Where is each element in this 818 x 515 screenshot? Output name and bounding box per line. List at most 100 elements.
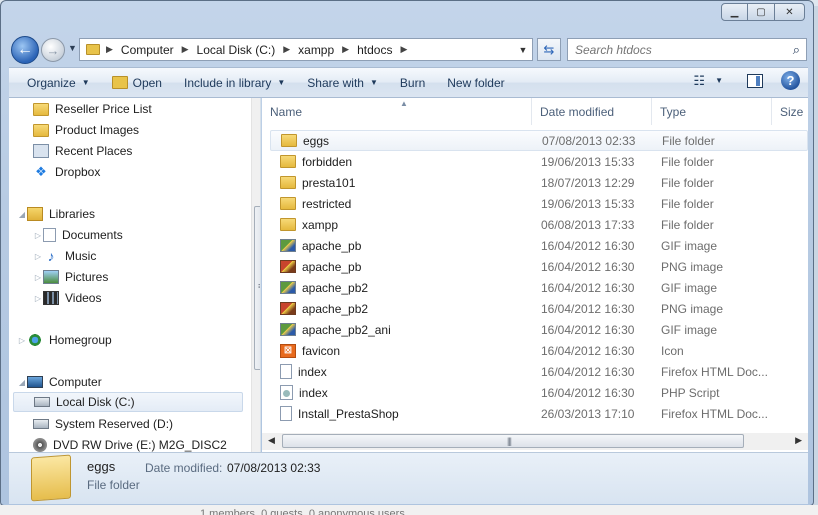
file-row[interactable]: ⊠ favicon 16/04/2012 16:30 Icon <box>270 340 808 361</box>
file-row[interactable]: forbidden 19/06/2013 15:33 File folder <box>270 151 808 172</box>
folder-icon <box>280 176 296 189</box>
dropbox-icon: ❖ <box>35 164 47 179</box>
sidebar-item-label: Documents <box>62 228 123 242</box>
sidebar-item-computer[interactable]: ◢ Computer <box>17 372 249 392</box>
dvd-drive-icon <box>33 438 47 452</box>
drive-icon <box>33 419 49 429</box>
forward-button[interactable]: → <box>41 38 65 62</box>
expand-arrow-icon[interactable]: ▷ <box>33 273 43 282</box>
close-button[interactable]: ✕ <box>775 3 805 21</box>
sidebar-item-product-images[interactable]: Product Images <box>33 120 260 140</box>
sidebar-item-label: Local Disk (C:) <box>56 395 135 409</box>
preview-pane-icon[interactable] <box>747 73 763 88</box>
background-window-text: 1 members, 0 guests, 0 anonymous users <box>0 505 818 515</box>
scroll-left-icon[interactable]: ◀ <box>268 435 275 446</box>
breadcrumb-xampp[interactable]: xampp <box>298 43 334 57</box>
file-row[interactable]: apache_pb2 16/04/2012 16:30 PNG image <box>270 298 808 319</box>
navigation-pane-scrollbar[interactable]: ≡ <box>251 98 260 452</box>
chevron-right-icon[interactable]: ▶ <box>400 44 407 55</box>
help-icon[interactable]: ? <box>781 71 800 90</box>
sidebar-item-dropbox[interactable]: ❖ Dropbox <box>33 162 260 182</box>
chevron-right-icon[interactable]: ▶ <box>106 44 113 55</box>
sidebar-item-system-reserved-d[interactable]: System Reserved (D:) <box>33 414 260 434</box>
chevron-right-icon[interactable]: ▶ <box>342 44 349 55</box>
refresh-button[interactable]: ⇆ <box>537 38 561 61</box>
column-header-type[interactable]: Type <box>652 98 772 125</box>
column-header-date-modified[interactable]: Date modified <box>532 98 652 125</box>
sidebar-item-label: Videos <box>65 291 102 305</box>
folder-icon <box>280 155 296 168</box>
file-row[interactable]: Install_PrestaShop 26/03/2013 17:10 Fire… <box>270 403 808 424</box>
sidebar-item-label: Product Images <box>55 123 140 137</box>
file-row[interactable]: eggs 07/08/2013 02:33 File folder <box>270 130 808 151</box>
sidebar-item-music[interactable]: ▷ ♪ Music <box>33 246 260 266</box>
chevron-right-icon[interactable]: ▶ <box>182 44 189 55</box>
sidebar-item-reseller-price-list[interactable]: Reseller Price List <box>33 99 260 119</box>
sidebar-item-homegroup[interactable]: ▷ Homegroup <box>17 330 249 350</box>
file-date: 19/06/2013 15:33 <box>541 154 635 169</box>
burn-button[interactable]: Burn <box>392 71 433 95</box>
change-view-icon[interactable]: ☷ <box>693 73 705 89</box>
file-name: favicon <box>302 343 341 358</box>
folder-icon <box>31 454 71 502</box>
chevron-down-icon[interactable]: ▼ <box>715 76 723 85</box>
expand-arrow-icon[interactable]: ▷ <box>17 336 27 345</box>
search-box[interactable]: ⌕ <box>567 38 807 61</box>
sidebar-item-videos[interactable]: ▷ Videos <box>33 288 260 308</box>
address-bar[interactable]: ▶ Computer ▶ Local Disk (C:) ▶ xampp ▶ h… <box>79 38 533 61</box>
sidebar-item-label: Libraries <box>49 207 96 221</box>
breadcrumb-computer[interactable]: Computer <box>121 43 174 57</box>
chevron-right-icon[interactable]: ▶ <box>283 44 290 55</box>
sidebar-item-dvd-rw-drive-e[interactable]: DVD RW Drive (E:) M2G_DISC2 <box>33 435 260 452</box>
recent-pages-dropdown[interactable]: ▼ <box>68 43 77 53</box>
back-button[interactable]: ← <box>11 36 39 64</box>
file-row[interactable]: index 16/04/2012 16:30 Firefox HTML Doc.… <box>270 361 808 382</box>
sidebar-item-documents[interactable]: ▷ Documents <box>33 225 260 245</box>
file-row[interactable]: index 16/04/2012 16:30 PHP Script <box>270 382 808 403</box>
forward-arrow-icon: → <box>46 42 60 58</box>
expand-arrow-icon[interactable]: ▷ <box>33 252 43 261</box>
scroll-right-icon[interactable]: ▶ <box>795 435 802 446</box>
expand-arrow-icon[interactable]: ▷ <box>33 294 43 303</box>
file-row[interactable]: restricted 19/06/2013 15:33 File folder <box>270 193 808 214</box>
include-in-library-button[interactable]: Include in library ▼ <box>176 71 293 95</box>
file-row[interactable]: apache_pb 16/04/2012 16:30 PNG image <box>270 256 808 277</box>
sidebar-item-pictures[interactable]: ▷ Pictures <box>33 267 260 287</box>
maximize-button[interactable]: ▢ <box>748 3 775 21</box>
sidebar-item-recent-places[interactable]: Recent Places <box>33 141 260 161</box>
address-dropdown-button[interactable]: ▼ <box>514 39 532 60</box>
open-button[interactable]: Open <box>104 71 170 95</box>
file-row[interactable]: presta101 18/07/2013 12:29 File folder <box>270 172 808 193</box>
column-header-size[interactable]: Size <box>772 98 808 125</box>
scrollbar-thumb[interactable]: ≡ <box>254 206 260 370</box>
new-folder-button[interactable]: New folder <box>439 71 512 95</box>
minimize-button[interactable]: ▁ <box>721 3 748 21</box>
breadcrumb-htdocs[interactable]: htdocs <box>357 43 392 57</box>
file-date: 16/04/2012 16:30 <box>541 238 635 253</box>
search-icon[interactable]: ⌕ <box>793 42 800 58</box>
caption-buttons: ▁ ▢ ✕ <box>721 3 805 21</box>
sidebar-item-local-disk-c[interactable]: Local Disk (C:) <box>13 392 243 412</box>
gif-image-icon <box>280 239 296 252</box>
search-input[interactable] <box>575 42 775 57</box>
sidebar-item-libraries[interactable]: ◢ Libraries <box>17 204 249 224</box>
scrollbar-thumb[interactable]: ||| <box>282 434 744 448</box>
organize-button[interactable]: Organize ▼ <box>19 71 98 95</box>
file-row[interactable]: xampp 06/08/2013 17:33 File folder <box>270 214 808 235</box>
file-row[interactable]: apache_pb 16/04/2012 16:30 GIF image <box>270 235 808 256</box>
file-type: GIF image <box>661 280 718 295</box>
expand-arrow-icon[interactable]: ◢ <box>17 378 27 387</box>
file-row[interactable]: apache_pb2_ani 16/04/2012 16:30 GIF imag… <box>270 319 808 340</box>
horizontal-scrollbar[interactable]: ◀ ||| ▶ <box>262 433 808 450</box>
file-name: Install_PrestaShop <box>298 406 399 421</box>
expand-arrow-icon[interactable]: ◢ <box>17 210 27 219</box>
png-image-icon <box>280 302 296 315</box>
chevron-down-icon: ▼ <box>369 78 378 87</box>
file-row[interactable]: apache_pb2 16/04/2012 16:30 GIF image <box>270 277 808 298</box>
expand-arrow-icon[interactable]: ▷ <box>33 231 43 240</box>
explorer-window: ▁ ▢ ✕ ← → ▼ ▶ Computer ▶ Local Disk (C:)… <box>0 0 814 506</box>
file-type: File folder <box>662 133 715 148</box>
share-with-button[interactable]: Share with ▼ <box>299 71 386 95</box>
column-header-name[interactable]: Name ▲ <box>262 98 532 125</box>
breadcrumb-local-disk[interactable]: Local Disk (C:) <box>197 43 276 57</box>
